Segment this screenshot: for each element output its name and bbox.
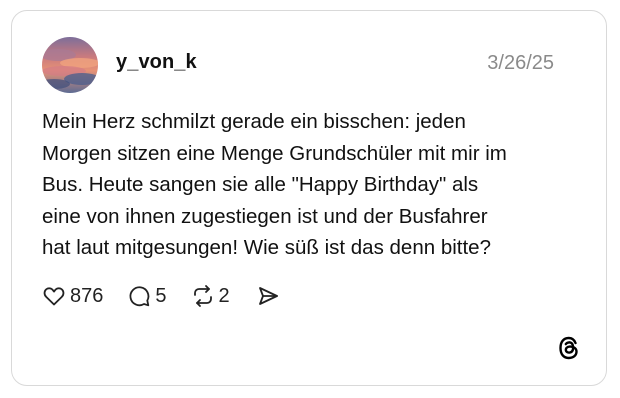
like-button[interactable]: 876	[42, 284, 103, 308]
reply-button[interactable]: 5	[127, 284, 167, 308]
post-text-line: eine von ihnen zugestiegen ist und der B…	[42, 204, 488, 228]
send-icon	[256, 284, 280, 308]
username[interactable]: y_von_k	[116, 51, 197, 74]
post-date: 3/26/25	[487, 52, 554, 74]
action-bar: 876 5 2	[42, 283, 280, 309]
sunset-sky-photo	[42, 37, 98, 93]
comment-icon	[127, 284, 151, 308]
like-count: 876	[70, 284, 104, 307]
post-text-line: Bus. Heute sangen sie alle "Happy Birthd…	[42, 173, 479, 196]
repost-button[interactable]: 2	[191, 284, 230, 308]
post-card: y_von_k 3/26/25 Mein Herz schmilzt gerad…	[11, 10, 607, 386]
repost-count: 2	[218, 284, 230, 307]
post-text-line: Mein Herz schmilzt gerade ein bisschen: …	[42, 110, 466, 133]
repost-icon	[191, 284, 215, 308]
heart-icon	[42, 284, 66, 308]
post-text-line: Morgen sitzen eine Menge Grundschüler mi…	[42, 141, 507, 165]
share-button[interactable]	[256, 284, 280, 308]
post-text: Mein Herz schmilzt gerade ein bisschen: …	[42, 106, 572, 264]
threads-logo-icon[interactable]	[556, 335, 582, 361]
reply-count: 5	[155, 284, 167, 307]
avatar[interactable]	[42, 37, 98, 93]
post-text-line: hat laut mitgesungen! Wie süß ist das de…	[42, 236, 491, 259]
